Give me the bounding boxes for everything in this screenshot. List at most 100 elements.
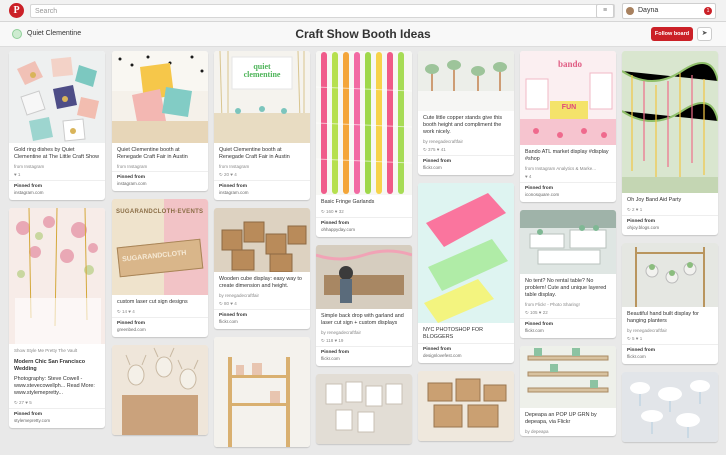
pin-source[interactable]: Pinned from ohjoy.blogs.com bbox=[622, 215, 718, 235]
source-domain: flickr.com bbox=[525, 328, 544, 333]
pin-image[interactable] bbox=[520, 210, 616, 274]
pin-image[interactable] bbox=[9, 208, 105, 344]
source-domain: flickr.com bbox=[219, 319, 238, 324]
pin-image[interactable] bbox=[418, 51, 514, 111]
pin-caption: Simple back drop with garland and laser … bbox=[321, 313, 404, 326]
user-button[interactable]: Dayna 1 bbox=[622, 3, 716, 19]
pin-card[interactable] bbox=[316, 374, 412, 444]
pin-image[interactable] bbox=[316, 374, 412, 444]
pin-image[interactable]: quiet clementine bbox=[214, 51, 310, 143]
sign-text: SUGARANDCLOTH·EVENTS bbox=[116, 209, 204, 215]
pin-image[interactable] bbox=[520, 346, 616, 408]
pin-source[interactable]: Pinned from stylemepretty.com bbox=[9, 408, 105, 428]
pin-stats: ↻ 14 ♥ 4 bbox=[117, 309, 135, 314]
pin-via[interactable]: from Flickr - Photo Sharing! bbox=[520, 301, 616, 309]
pin-column: Quiet Clementine booth at Renegade Craft… bbox=[112, 51, 208, 443]
pin-image[interactable] bbox=[112, 345, 208, 435]
pin-stats: ♥ 4 bbox=[525, 174, 532, 179]
pin-image[interactable] bbox=[9, 51, 105, 143]
pin-card[interactable]: Wooden cube display: easy way to create … bbox=[214, 208, 310, 329]
pin-image[interactable] bbox=[214, 337, 310, 447]
booth-backdrop-image bbox=[316, 245, 412, 309]
pin-stats: ↻ 5 ♥ 1 bbox=[627, 336, 643, 341]
menu-icon[interactable]: ≡ bbox=[596, 4, 614, 18]
sign-text: quiet clementine bbox=[243, 62, 281, 79]
pin-card[interactable]: Simple back drop with garland and laser … bbox=[316, 245, 412, 366]
pin-card[interactable]: Cute little copper stands give this boot… bbox=[418, 51, 514, 175]
pin-card[interactable]: SUGARANDCLOTH·EVENTS SUGARANDCLOTH custo… bbox=[112, 199, 208, 337]
pin-source[interactable]: Pinned from flickr.com bbox=[418, 155, 514, 175]
send-icon[interactable]: ➤ bbox=[697, 27, 712, 41]
pin-image[interactable] bbox=[418, 183, 514, 323]
pin-column: quiet clementine Quiet Clementine booth … bbox=[214, 51, 310, 455]
pin-via[interactable]: from Instagram bbox=[9, 163, 105, 171]
pin-image[interactable] bbox=[112, 51, 208, 143]
pin-card[interactable] bbox=[112, 345, 208, 435]
pin-via[interactable]: Show Style Me Pretty The Vault bbox=[9, 344, 105, 355]
pin-via[interactable]: by renegadecraftfair bbox=[418, 138, 514, 146]
pin-source[interactable]: Pinned from designlovefest.com bbox=[418, 343, 514, 363]
pin-image[interactable]: bando FUN bbox=[520, 51, 616, 145]
pin-stats: ↻ 20 ♥ 4 bbox=[219, 172, 237, 177]
pin-card[interactable]: No tent? No rental table? No problem! Cu… bbox=[520, 210, 616, 338]
pin-source[interactable]: Pinned from greenbed.com bbox=[112, 317, 208, 337]
pin-card[interactable]: Depeapa an POP UP GRN by depeapa, via Fl… bbox=[520, 346, 616, 436]
pin-card[interactable]: bando FUN Bando ATL market display #disp… bbox=[520, 51, 616, 202]
pin-image[interactable] bbox=[622, 243, 718, 307]
pin-via[interactable]: by renegadecraftfair bbox=[214, 292, 310, 300]
pin-source[interactable]: Pinned from ohhappyday.com bbox=[316, 217, 412, 237]
pin-source[interactable]: Pinned from flickr.com bbox=[520, 318, 616, 338]
pin-card[interactable]: NYC PHOTOSHOP FOR BLOGGERS Pinned from de… bbox=[418, 183, 514, 363]
pin-via[interactable]: by depeapa bbox=[520, 428, 616, 436]
pin-card[interactable]: Oh Joy Band Aid Party ↻ 2 ♥ 1 Pinned fro… bbox=[622, 51, 718, 235]
pin-via[interactable]: from Instagram Analytics & Marke... bbox=[520, 165, 616, 173]
pin-card[interactable] bbox=[418, 371, 514, 441]
pin-caption: Quiet Clementine booth at Renegade Craft… bbox=[117, 147, 188, 160]
sign-text: bando bbox=[557, 59, 583, 69]
search-input[interactable]: Search bbox=[30, 4, 615, 18]
pin-source[interactable]: Pinned from flickr.com bbox=[316, 346, 412, 366]
pin-card[interactable]: Quiet Clementine booth at Renegade Craft… bbox=[112, 51, 208, 191]
pin-image[interactable] bbox=[622, 372, 718, 442]
pin-via[interactable]: by renegadecraftfair bbox=[316, 329, 412, 337]
page-title: Craft Show Booth Ideas bbox=[295, 27, 431, 41]
hanging-garland-image bbox=[622, 51, 718, 193]
pin-caption: Basic Fringe Garlands bbox=[321, 199, 375, 205]
pin-card[interactable]: Beautiful hand built display for hanging… bbox=[622, 243, 718, 364]
pin-image[interactable] bbox=[214, 208, 310, 272]
pin-card[interactable]: Basic Fringe Garlands ↻ 160 ♥ 32 Pinned … bbox=[316, 51, 412, 237]
pin-source[interactable]: Pinned from flickr.com bbox=[622, 344, 718, 364]
pin-column: Oh Joy Band Aid Party ↻ 2 ♥ 1 Pinned fro… bbox=[622, 51, 718, 450]
paper-clouds-image bbox=[622, 372, 718, 442]
pin-column: bando FUN Bando ATL market display #disp… bbox=[520, 51, 616, 444]
source-domain: ohhappyday.com bbox=[321, 227, 355, 232]
pin-image[interactable] bbox=[622, 51, 718, 193]
pin-source[interactable]: Pinned from iconosquare.com bbox=[520, 182, 616, 202]
pin-image[interactable] bbox=[316, 51, 412, 195]
floral-backdrop-image bbox=[9, 208, 105, 344]
pin-card[interactable] bbox=[622, 372, 718, 442]
follow-board-button[interactable]: Follow board bbox=[651, 27, 693, 41]
top-bar: P Search ≡ Dayna 1 bbox=[0, 0, 726, 22]
pin-source[interactable]: Pinned from instagram.com bbox=[112, 171, 208, 191]
fringe-garland-image bbox=[316, 51, 412, 195]
pin-card[interactable] bbox=[214, 337, 310, 447]
pin-via[interactable]: from Instagram bbox=[214, 163, 310, 171]
pin-via[interactable]: by renegadecraftfair bbox=[622, 327, 718, 335]
layered-table-image bbox=[520, 210, 616, 274]
pin-card[interactable]: Gold ring dishes by Quiet Clementine at … bbox=[9, 51, 105, 200]
print-display-image bbox=[316, 374, 412, 444]
pin-caption: Depeapa an POP UP GRN by depeapa, via Fl… bbox=[525, 412, 597, 425]
pin-image[interactable]: SUGARANDCLOTH·EVENTS SUGARANDCLOTH bbox=[112, 199, 208, 295]
pin-image[interactable] bbox=[418, 371, 514, 441]
pin-source[interactable]: Pinned from flickr.com bbox=[214, 309, 310, 329]
notification-badge[interactable]: 1 bbox=[704, 7, 712, 15]
pin-image[interactable] bbox=[316, 245, 412, 309]
pin-caption: Quiet Clementine booth at Renegade Craft… bbox=[219, 147, 290, 160]
pin-card[interactable]: quiet clementine Quiet Clementine booth … bbox=[214, 51, 310, 200]
pin-source[interactable]: Pinned from instagram.com bbox=[214, 180, 310, 200]
pin-source[interactable]: Pinned from instagram.com bbox=[9, 180, 105, 200]
pin-card[interactable]: Show Style Me Pretty The Vault Modern Ch… bbox=[9, 208, 105, 428]
pin-via[interactable]: from Instagram bbox=[112, 163, 208, 171]
pinterest-logo-icon[interactable]: P bbox=[9, 3, 24, 18]
